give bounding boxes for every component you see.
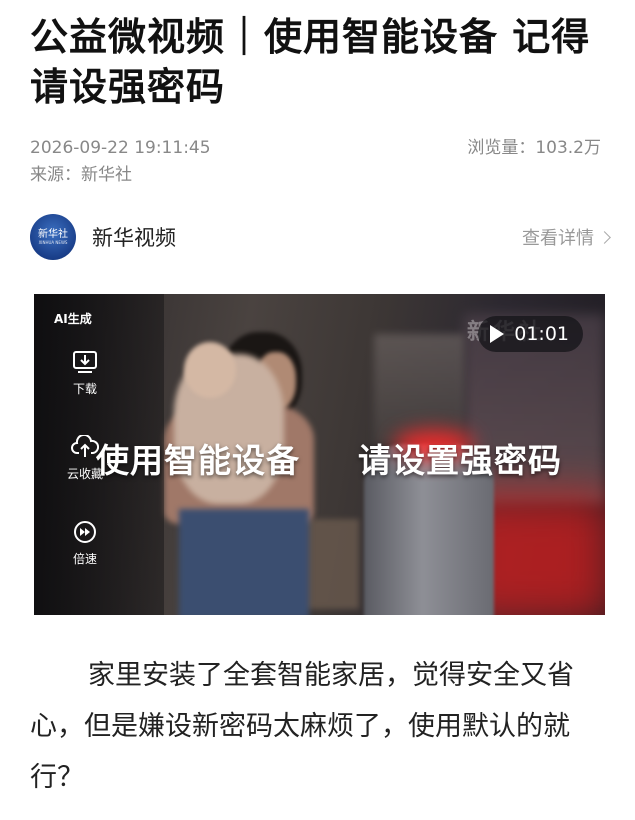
download-label: 下载 bbox=[72, 382, 97, 396]
view-details-link[interactable]: 查看详情 bbox=[522, 224, 611, 250]
view-count-value: 103.2万 bbox=[535, 138, 601, 158]
video-caption-left: 使用智能设备 bbox=[96, 441, 300, 480]
article-title: 公益微视频｜使用智能设备 记得请设强密码 bbox=[30, 15, 591, 109]
view-details-label: 查看详情 bbox=[522, 228, 594, 249]
author-name[interactable]: 新华视频 bbox=[92, 222, 176, 252]
view-count-label: 浏览量： bbox=[467, 138, 536, 158]
video-duration: 01:01 bbox=[514, 323, 569, 345]
avatar-logo-subtext: XINHUA NEWS bbox=[38, 239, 68, 245]
publish-datetime: 2026-09-22 19:11:45 bbox=[30, 138, 211, 158]
article-meta: 2026-09-22 19:11:45 浏览量：103.2万 bbox=[30, 136, 601, 160]
chevron-right-icon bbox=[598, 230, 611, 244]
author-row: 新华社 XINHUA NEWS 新华视频 查看详情 bbox=[30, 214, 611, 260]
video-caption-right: 请设置强密码 bbox=[358, 441, 562, 480]
author-avatar[interactable]: 新华社 XINHUA NEWS bbox=[30, 214, 76, 260]
speed-icon bbox=[74, 521, 96, 543]
view-count: 浏览量：103.2万 bbox=[467, 136, 601, 160]
playback-speed-button[interactable]: 倍速 bbox=[58, 520, 112, 567]
playback-speed-label: 倍速 bbox=[72, 552, 97, 566]
play-icon bbox=[490, 325, 505, 343]
download-button[interactable]: 下载 bbox=[58, 350, 112, 397]
avatar-logo-text: 新华社 bbox=[38, 228, 68, 240]
cloud-upload-icon bbox=[71, 435, 99, 457]
download-icon bbox=[73, 351, 97, 373]
video-player[interactable]: 新华社 AI生成 下载 云收藏 倍速 01:01 bbox=[34, 294, 605, 615]
article-body: 家里安装了全套智能家居，觉得安全又省心，但是嫌设新密码太麻烦了，使用默认的就行？ bbox=[30, 660, 574, 793]
ai-generated-badge: AI生成 bbox=[54, 312, 92, 326]
play-duration-button[interactable]: 01:01 bbox=[478, 316, 583, 352]
article-source: 来源：新华社 bbox=[30, 165, 132, 185]
